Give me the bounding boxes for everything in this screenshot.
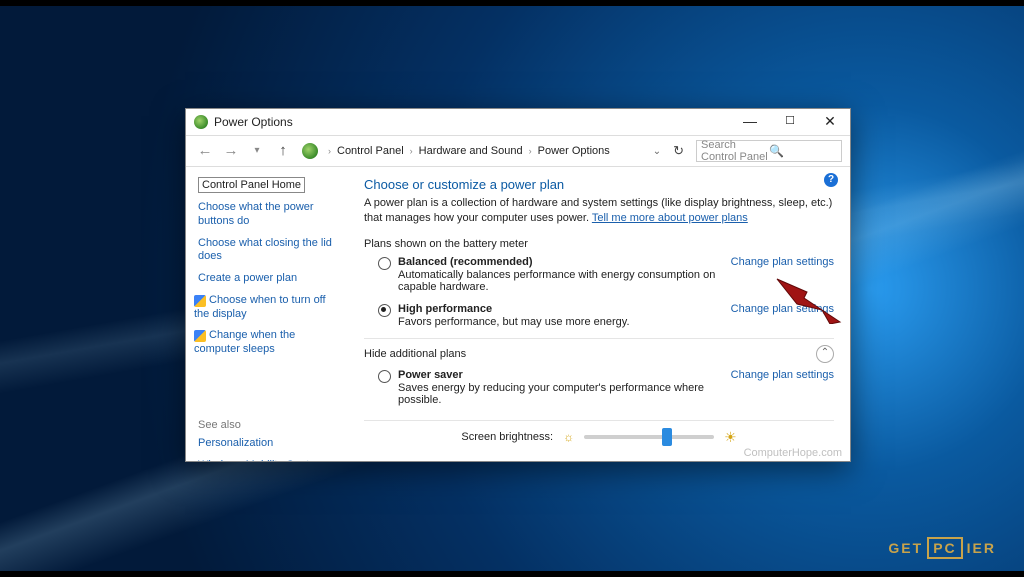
plan-name: Balanced (recommended) (398, 256, 721, 268)
letterbox-top (0, 0, 1024, 6)
change-plan-settings-link[interactable]: Change plan settings (731, 303, 834, 315)
help-icon[interactable]: ? (824, 173, 838, 187)
plan-power-saver[interactable]: Power saver Saves energy by reducing you… (364, 369, 834, 406)
recent-dropdown[interactable]: ▾ (246, 140, 268, 162)
titlebar[interactable]: Power Options — ☐ ✕ (186, 109, 850, 136)
plan-high-performance[interactable]: High performance Favors performance, but… (364, 303, 834, 328)
slider-thumb[interactable] (662, 428, 672, 446)
sidebar-item-create-plan[interactable]: Create a power plan (198, 272, 342, 286)
forward-button[interactable]: → (220, 140, 242, 162)
hide-additional-plans[interactable]: Hide additional plans ⌃ (364, 338, 834, 363)
brightness-slider[interactable] (584, 435, 714, 439)
crumb-control-panel[interactable]: Control Panel (337, 145, 404, 157)
plan-name: Power saver (398, 369, 721, 381)
watermark: ComputerHope.com (744, 447, 842, 459)
sidebar-item-computer-sleeps[interactable]: Change when the computer sleeps (194, 329, 342, 357)
plan-name: High performance (398, 303, 721, 315)
sun-dim-icon: ☼ (563, 430, 574, 444)
brightness-label: Screen brightness: (461, 431, 553, 443)
sun-bright-icon: ☀ (724, 429, 737, 446)
maximize-button[interactable]: ☐ (770, 109, 810, 135)
letterbox-bottom (0, 571, 1024, 577)
learn-more-link[interactable]: Tell me more about power plans (592, 212, 748, 224)
plan-description: Favors performance, but may use more ene… (398, 316, 721, 328)
site-logo: GET PC IER (888, 537, 996, 559)
sidebar: Control Panel Home Choose what the power… (186, 167, 350, 461)
refresh-button[interactable]: ↻ (673, 143, 684, 159)
page-description: A power plan is a collection of hardware… (364, 196, 834, 226)
breadcrumb-icon (302, 143, 318, 159)
chevron-right-icon: › (408, 146, 415, 156)
navbar: ← → ▾ ↑ › Control Panel › Hardware and S… (186, 136, 850, 167)
crumb-power-options[interactable]: Power Options (538, 145, 610, 157)
shield-icon (194, 330, 206, 342)
shield-icon (194, 295, 206, 307)
address-dropdown[interactable]: ⌄ (653, 146, 661, 157)
hide-plans-label: Hide additional plans (364, 348, 816, 360)
back-button[interactable]: ← (194, 140, 216, 162)
collapse-icon[interactable]: ⌃ (816, 345, 834, 363)
search-icon: 🔍 (769, 144, 837, 158)
radio-power-saver[interactable] (378, 370, 391, 383)
window-title: Power Options (214, 115, 730, 129)
power-options-icon (194, 115, 208, 129)
breadcrumb[interactable]: › Control Panel › Hardware and Sound › P… (326, 143, 692, 159)
change-plan-settings-link[interactable]: Change plan settings (731, 256, 834, 268)
close-button[interactable]: ✕ (810, 109, 850, 135)
search-input[interactable]: Search Control Panel 🔍 (696, 140, 842, 162)
page-title: Choose or customize a power plan (364, 177, 834, 192)
change-plan-settings-link[interactable]: Change plan settings (731, 369, 834, 381)
sidebar-item-closing-lid[interactable]: Choose what closing the lid does (198, 237, 342, 265)
search-placeholder: Search Control Panel (701, 139, 769, 163)
radio-high-performance[interactable] (378, 304, 391, 317)
see-also-header: See also (198, 419, 342, 431)
content-area: Control Panel Home Choose what the power… (186, 167, 850, 461)
plan-balanced[interactable]: Balanced (recommended) Automatically bal… (364, 256, 834, 293)
plans-section-header: Plans shown on the battery meter (364, 238, 834, 250)
seealso-personalization[interactable]: Personalization (198, 437, 342, 451)
main-panel: ? Choose or customize a power plan A pow… (350, 167, 850, 461)
minimize-button[interactable]: — (730, 109, 770, 135)
sidebar-item-power-buttons[interactable]: Choose what the power buttons do (198, 201, 342, 229)
crumb-hardware-sound[interactable]: Hardware and Sound (419, 145, 523, 157)
brightness-control: Screen brightness: ☼ ☀ (364, 420, 834, 446)
radio-balanced[interactable] (378, 257, 391, 270)
control-panel-home-link[interactable]: Control Panel Home (198, 177, 305, 193)
chevron-right-icon: › (527, 146, 534, 156)
plan-description: Saves energy by reducing your computer's… (398, 382, 721, 406)
plan-description: Automatically balances performance with … (398, 269, 721, 293)
up-button[interactable]: ↑ (272, 140, 294, 162)
seealso-mobility-center[interactable]: Windows Mobility Center (198, 459, 342, 462)
power-options-window: Power Options — ☐ ✕ ← → ▾ ↑ › Control Pa… (185, 108, 851, 462)
sidebar-item-turn-off-display[interactable]: Choose when to turn off the display (194, 294, 342, 322)
chevron-right-icon: › (326, 146, 333, 156)
